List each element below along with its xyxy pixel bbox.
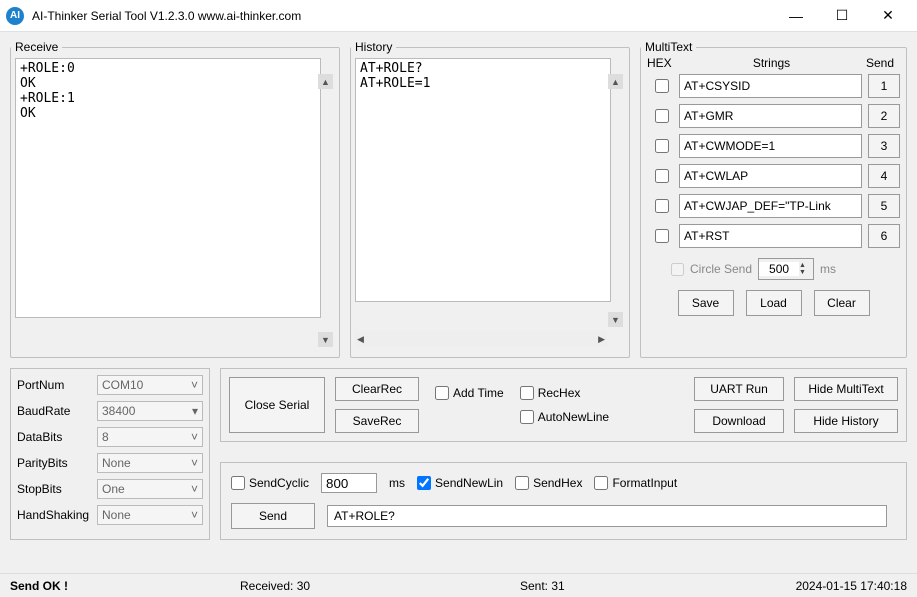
receive-panel: Receive +ROLE:0 OK +ROLE:1 OK ▲ ▼ bbox=[10, 40, 340, 358]
command-input[interactable] bbox=[327, 505, 887, 527]
baud-label: BaudRate bbox=[17, 404, 97, 418]
cycle-ms-input[interactable] bbox=[321, 473, 377, 493]
portnum-combo[interactable]: COM10˅ bbox=[97, 375, 203, 395]
mt-hex-check[interactable] bbox=[655, 79, 669, 93]
baud-combo[interactable]: 38400▾ bbox=[97, 401, 203, 421]
titlebar: AI AI-Thinker Serial Tool V1.2.3.0 www.a… bbox=[0, 0, 917, 32]
multitext-panel: MultiText HEX Strings Send 1 2 3 4 5 6 Circle… bbox=[640, 40, 907, 358]
mt-hex-check[interactable] bbox=[655, 109, 669, 123]
mt-save-button[interactable]: Save bbox=[678, 290, 734, 316]
mt-send-button[interactable]: 4 bbox=[868, 164, 900, 188]
mt-row: 1 bbox=[647, 74, 900, 98]
scroll-up-icon[interactable]: ▲ bbox=[608, 74, 623, 89]
save-rec-button[interactable]: SaveRec bbox=[335, 409, 419, 433]
mt-hex-check[interactable] bbox=[655, 139, 669, 153]
ms-label: ms bbox=[820, 262, 836, 276]
app-icon: AI bbox=[6, 7, 24, 25]
mt-row: 3 bbox=[647, 134, 900, 158]
circle-interval-spinner[interactable]: ▲▼ bbox=[758, 258, 814, 280]
mt-string-input[interactable] bbox=[679, 134, 862, 158]
receive-textarea[interactable]: +ROLE:0 OK +ROLE:1 OK bbox=[15, 58, 321, 318]
mt-hex-check[interactable] bbox=[655, 199, 669, 213]
mt-hex-check[interactable] bbox=[655, 169, 669, 183]
circle-send-checkbox[interactable] bbox=[671, 263, 684, 276]
window-title: AI-Thinker Serial Tool V1.2.3.0 www.ai-t… bbox=[32, 9, 773, 23]
stopbits-label: StopBits bbox=[17, 482, 97, 496]
send-button[interactable]: Send bbox=[231, 503, 315, 529]
handshake-label: HandShaking bbox=[17, 508, 97, 522]
mt-string-input[interactable] bbox=[679, 104, 862, 128]
col-strings: Strings bbox=[683, 56, 860, 70]
toolbox: Close Serial ClearRec SaveRec Add Time R… bbox=[220, 368, 907, 442]
auto-newline-check[interactable]: AutoNewLine bbox=[520, 410, 609, 424]
close-serial-button[interactable]: Close Serial bbox=[229, 377, 325, 433]
mt-row: 2 bbox=[647, 104, 900, 128]
hide-multitext-button[interactable]: Hide MultiText bbox=[794, 377, 898, 401]
status-sent: Sent: 31 bbox=[520, 579, 796, 593]
close-button[interactable]: ✕ bbox=[865, 0, 911, 32]
stopbits-combo[interactable]: One˅ bbox=[97, 479, 203, 499]
download-button[interactable]: Download bbox=[694, 409, 784, 433]
mt-string-input[interactable] bbox=[679, 74, 862, 98]
mt-send-button[interactable]: 2 bbox=[868, 104, 900, 128]
mt-send-button[interactable]: 6 bbox=[868, 224, 900, 248]
minimize-button[interactable]: — bbox=[773, 0, 819, 32]
send-newline-check[interactable]: SendNewLin bbox=[417, 476, 503, 490]
rec-hex-check[interactable]: RecHex bbox=[520, 386, 609, 400]
clear-rec-button[interactable]: ClearRec bbox=[335, 377, 419, 401]
databits-label: DataBits bbox=[17, 430, 97, 444]
scroll-up-icon[interactable]: ▲ bbox=[318, 74, 333, 89]
circle-interval-input[interactable] bbox=[759, 262, 799, 276]
mt-clear-button[interactable]: Clear bbox=[814, 290, 870, 316]
databits-combo[interactable]: 8˅ bbox=[97, 427, 203, 447]
receive-legend: Receive bbox=[11, 40, 62, 54]
port-settings: PortNumCOM10˅ BaudRate38400▾ DataBits8˅ … bbox=[10, 368, 210, 540]
col-send: Send bbox=[860, 56, 900, 70]
statusbar: Send OK ! Received: 30 Sent: 31 2024-01-… bbox=[0, 573, 917, 597]
parity-label: ParityBits bbox=[17, 456, 97, 470]
circle-send-label: Circle Send bbox=[690, 262, 752, 276]
mt-row: 5 bbox=[647, 194, 900, 218]
ms-label: ms bbox=[389, 476, 405, 490]
mt-row: 4 bbox=[647, 164, 900, 188]
mt-hex-check[interactable] bbox=[655, 229, 669, 243]
history-textarea[interactable]: AT+ROLE? AT+ROLE=1 bbox=[355, 58, 611, 302]
maximize-button[interactable]: ☐ bbox=[819, 0, 865, 32]
status-ok: Send OK ! bbox=[10, 579, 240, 593]
mt-string-input[interactable] bbox=[679, 194, 862, 218]
hide-history-button[interactable]: Hide History bbox=[794, 409, 898, 433]
scroll-down-icon[interactable]: ▼ bbox=[318, 332, 333, 347]
mt-send-button[interactable]: 1 bbox=[868, 74, 900, 98]
handshake-combo[interactable]: None˅ bbox=[97, 505, 203, 525]
send-hex-check[interactable]: SendHex bbox=[515, 476, 582, 490]
mt-send-button[interactable]: 5 bbox=[868, 194, 900, 218]
mt-string-input[interactable] bbox=[679, 224, 862, 248]
history-panel: History AT+ROLE? AT+ROLE=1 ▲ ▼ ◀▶ bbox=[350, 40, 630, 358]
scroll-down-icon[interactable]: ▼ bbox=[608, 312, 623, 327]
hscroll[interactable]: ◀▶ bbox=[355, 331, 607, 347]
send-box: SendCyclic ms SendNewLin SendHex FormatI… bbox=[220, 462, 907, 540]
status-time: 2024-01-15 17:40:18 bbox=[796, 579, 907, 593]
status-received: Received: 30 bbox=[240, 579, 520, 593]
history-legend: History bbox=[351, 40, 396, 54]
send-cyclic-check[interactable]: SendCyclic bbox=[231, 476, 309, 490]
parity-combo[interactable]: None˅ bbox=[97, 453, 203, 473]
mt-row: 6 bbox=[647, 224, 900, 248]
portnum-label: PortNum bbox=[17, 378, 97, 392]
multitext-legend: MultiText bbox=[641, 40, 696, 54]
add-time-check[interactable]: Add Time bbox=[435, 386, 504, 400]
col-hex: HEX bbox=[647, 56, 683, 70]
mt-load-button[interactable]: Load bbox=[746, 290, 802, 316]
uart-run-button[interactable]: UART Run bbox=[694, 377, 784, 401]
format-input-check[interactable]: FormatInput bbox=[594, 476, 677, 490]
mt-string-input[interactable] bbox=[679, 164, 862, 188]
mt-send-button[interactable]: 3 bbox=[868, 134, 900, 158]
